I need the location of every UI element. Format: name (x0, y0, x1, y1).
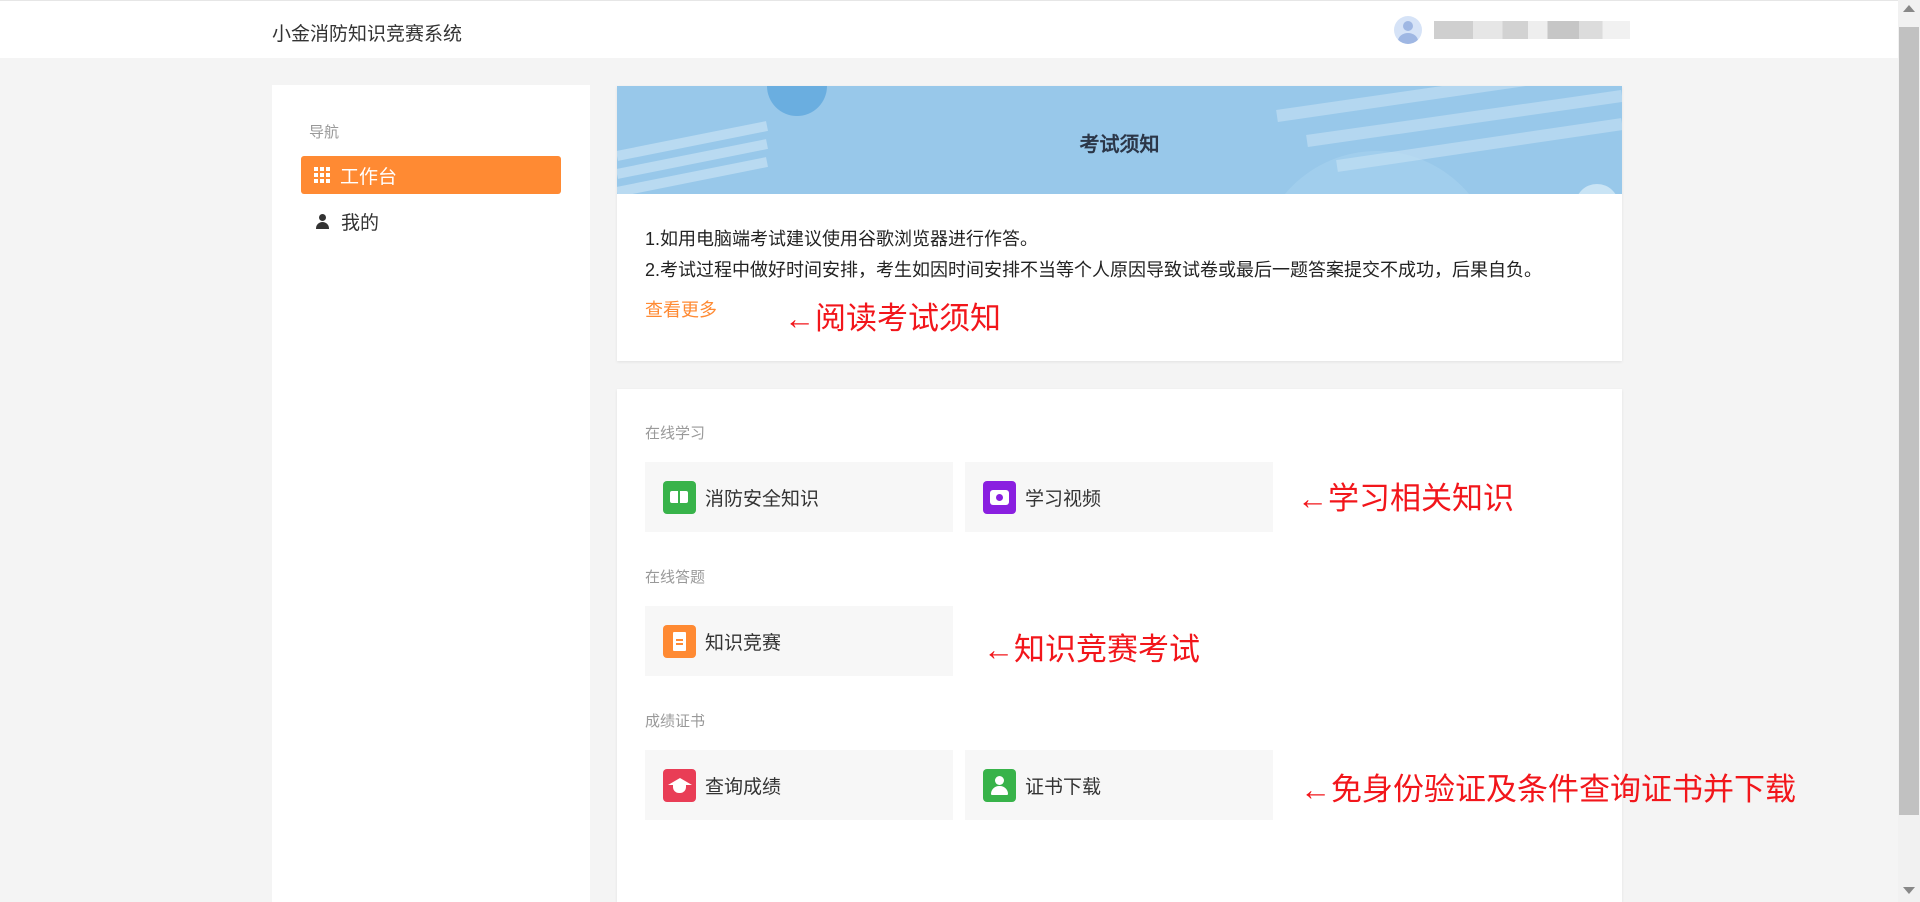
tile-query-score[interactable]: 查询成绩 (645, 750, 953, 820)
sidebar-item-label: 工作台 (340, 166, 398, 188)
annotation-contest: ←知识竞赛考试 (983, 632, 1200, 667)
grid-icon (314, 167, 330, 183)
sidebar-item-workbench[interactable]: 工作台 (301, 156, 561, 194)
scroll-up-arrow-icon[interactable] (1903, 5, 1915, 12)
scrollbar-thumb[interactable] (1899, 27, 1919, 815)
notice-line-1: 1.如用电脑端考试建议使用谷歌浏览器进行作答。 (645, 229, 1039, 249)
nav-heading: 导航 (309, 124, 340, 141)
user-icon (314, 213, 331, 230)
avatar-icon[interactable] (1394, 16, 1422, 44)
tile-label: 消防安全知识 (705, 488, 820, 510)
video-camera-icon (983, 480, 1016, 514)
tile-label: 学习视频 (1025, 488, 1102, 510)
annotation-notice: ←阅读考试须知 (784, 301, 1001, 336)
top-bar: 小金消防知识竞赛系统 (0, 0, 1898, 58)
tile-label: 知识竞赛 (705, 632, 782, 654)
tile-knowledge-contest[interactable]: 知识竞赛 (645, 606, 953, 676)
username-blurred[interactable] (1434, 21, 1630, 39)
document-icon (663, 624, 696, 658)
book-icon (663, 480, 696, 514)
exam-notice-card: 考试须知 1.如用电脑端考试建议使用谷歌浏览器进行作答。 2.考试过程中做好时间… (617, 86, 1622, 361)
app-title: 小金消防知识竞赛系统 (272, 24, 463, 45)
tile-label: 查询成绩 (705, 776, 782, 798)
section-label-online-study: 在线学习 (645, 425, 706, 442)
section-label-score-certificate: 成绩证书 (645, 713, 706, 730)
sidebar: 导航 工作台 我的 (272, 85, 590, 902)
graduation-cap-icon (663, 768, 696, 802)
certificate-user-icon (983, 768, 1016, 802)
annotation-certificate: ←免身份验证及条件查询证书并下载 (1300, 772, 1796, 807)
notice-banner: 考试须知 (617, 86, 1622, 194)
tile-study-video[interactable]: 学习视频 (965, 462, 1273, 532)
tile-label: 证书下载 (1025, 776, 1102, 798)
view-more-link[interactable]: 查看更多 (645, 296, 717, 322)
scroll-down-arrow-icon[interactable] (1903, 887, 1915, 894)
sidebar-item-mine[interactable]: 我的 (301, 202, 561, 240)
section-label-online-answer: 在线答题 (645, 569, 706, 586)
user-menu[interactable] (1394, 16, 1630, 44)
tile-fire-safety-knowledge[interactable]: 消防安全知识 (645, 462, 953, 532)
sidebar-item-label: 我的 (341, 212, 380, 234)
notice-line-2: 2.考试过程中做好时间安排，考生如因时间安排不当等个人原因导致试卷或最后一题答案… (645, 260, 1543, 280)
tile-certificate-download[interactable]: 证书下载 (965, 750, 1273, 820)
annotation-study: ←学习相关知识 (1297, 481, 1514, 516)
notice-title: 考试须知 (1079, 134, 1160, 156)
